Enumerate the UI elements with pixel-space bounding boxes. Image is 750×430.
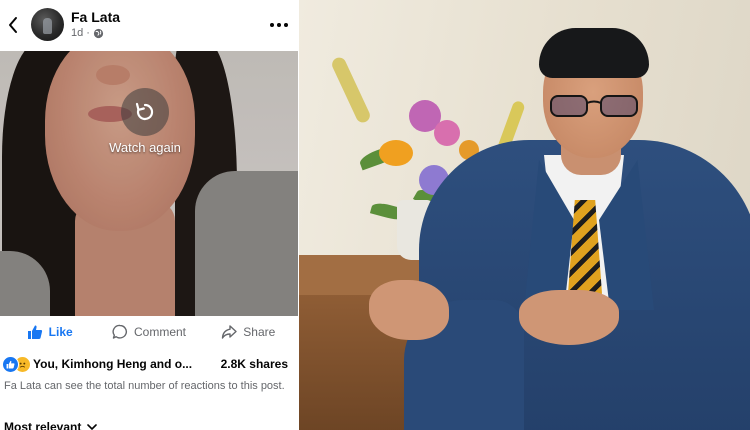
post-age: 1d — [71, 27, 84, 39]
chevron-left-icon — [9, 17, 17, 33]
meta-separator: · — [86, 27, 90, 39]
reaction-icons[interactable] — [2, 355, 32, 373]
more-horizontal-icon — [270, 23, 274, 27]
post-meta: 1d · — [71, 27, 104, 39]
chevron-down-icon — [87, 424, 98, 430]
reactions-text[interactable]: You, Kimhong Heng and o... — [33, 357, 198, 371]
shares-count[interactable]: 2.8K shares — [221, 357, 288, 371]
screenshot-collage: Fa Lata 1d · Watch again Like Comment Sh… — [0, 0, 750, 430]
comment-sort-label: Most relevant — [4, 420, 82, 430]
replay-button[interactable] — [121, 88, 169, 136]
video-player[interactable]: Watch again — [0, 51, 298, 316]
back-button[interactable] — [4, 12, 22, 38]
like-reaction-icon — [2, 356, 19, 373]
comment-button[interactable]: Comment — [99, 316, 198, 348]
share-icon — [222, 325, 237, 339]
reactions-visibility-note: Fa Lata can see the total number of reac… — [4, 380, 285, 392]
like-button[interactable]: Like — [0, 316, 99, 348]
comment-label: Comment — [133, 325, 186, 339]
comment-sort-dropdown[interactable]: Most relevant — [4, 420, 98, 430]
more-options-button[interactable] — [266, 15, 292, 35]
author-avatar[interactable] — [31, 8, 64, 41]
interview-photo — [299, 0, 750, 430]
share-label: Share — [243, 325, 276, 339]
watch-again-label[interactable]: Watch again — [100, 140, 190, 155]
reactions-summary: You, Kimhong Heng and o... 2.8K shares — [0, 352, 298, 376]
replay-icon — [135, 102, 154, 121]
comment-icon — [112, 324, 128, 339]
facebook-post: Fa Lata 1d · Watch again Like Comment Sh… — [0, 0, 298, 430]
globe-icon — [93, 28, 104, 38]
share-button[interactable]: Share — [199, 316, 298, 348]
post-header: Fa Lata 1d · — [0, 0, 298, 50]
like-label: Like — [48, 325, 73, 339]
post-action-bar: Like Comment Share — [0, 316, 298, 348]
author-name[interactable]: Fa Lata — [71, 9, 120, 25]
thumbs-up-icon — [27, 325, 42, 339]
